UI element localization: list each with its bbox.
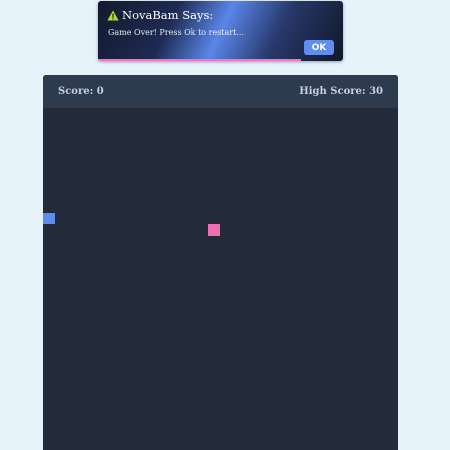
snake-segment	[43, 213, 55, 224]
ok-button[interactable]: OK	[304, 40, 334, 55]
score-label: Score: 0	[58, 86, 104, 97]
score-bar: Score: 0 High Score: 30	[43, 75, 398, 108]
alert-title: NovaBam Says:	[122, 8, 214, 22]
alert-timer-bar	[98, 59, 302, 61]
playfield[interactable]	[43, 108, 398, 450]
game-board: Score: 0 High Score: 30	[43, 75, 398, 450]
page: NovaBam Says: Game Over! Press Ok to res…	[0, 0, 450, 450]
food-item	[208, 224, 220, 236]
alert-header: NovaBam Says:	[107, 8, 213, 22]
high-score-label: High Score: 30	[299, 86, 383, 97]
alert-dialog: NovaBam Says: Game Over! Press Ok to res…	[98, 1, 343, 61]
warning-icon	[107, 10, 119, 20]
alert-message: Game Over! Press Ok to restart...	[108, 28, 244, 37]
